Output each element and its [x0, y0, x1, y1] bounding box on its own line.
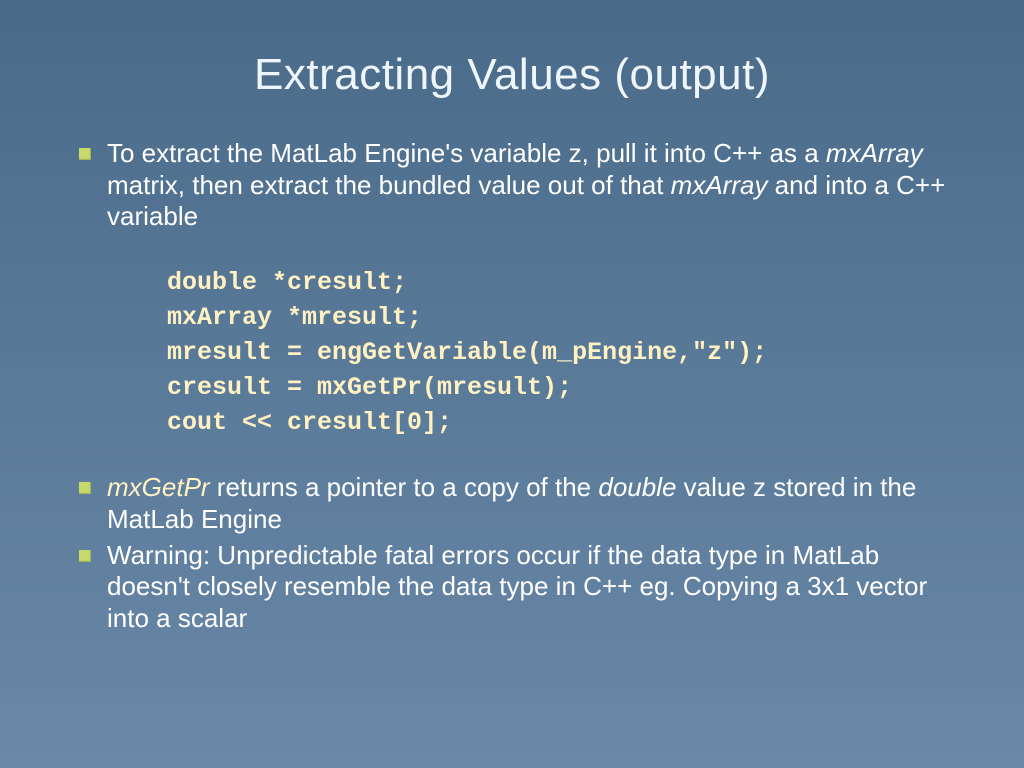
b1-em2: mxArray — [671, 170, 768, 200]
bullet-item-1: To extract the MatLab Engine's variable … — [75, 138, 949, 440]
slide-title: Extracting Values (output) — [75, 50, 949, 100]
b3-text: Warning: Unpredictable fatal errors occu… — [107, 540, 927, 633]
code-line-1: double *cresult; — [167, 268, 407, 297]
bullet-list: To extract the MatLab Engine's variable … — [75, 138, 949, 635]
bullet-item-2: mxGetPr returns a pointer to a copy of t… — [75, 472, 949, 535]
code-line-4: cresult = mxGetPr(mresult); — [167, 373, 572, 402]
code-line-5: cout << cresult[0]; — [167, 408, 452, 437]
bullet-item-3: Warning: Unpredictable fatal errors occu… — [75, 540, 949, 635]
code-line-2: mxArray *mresult; — [167, 303, 422, 332]
b2-em1: mxGetPr — [107, 472, 210, 502]
b2-em2: double — [598, 472, 676, 502]
b1-em1: mxArray — [826, 138, 923, 168]
code-block: double *cresult; mxArray *mresult; mresu… — [167, 265, 949, 440]
b1-text-mid1: matrix, then extract the bundled value o… — [107, 170, 671, 200]
b2-mid1: returns a pointer to a copy of the — [210, 472, 599, 502]
code-line-3: mresult = engGetVariable(m_pEngine,"z"); — [167, 338, 767, 367]
b1-text-pre: To extract the MatLab Engine's variable … — [107, 138, 826, 168]
